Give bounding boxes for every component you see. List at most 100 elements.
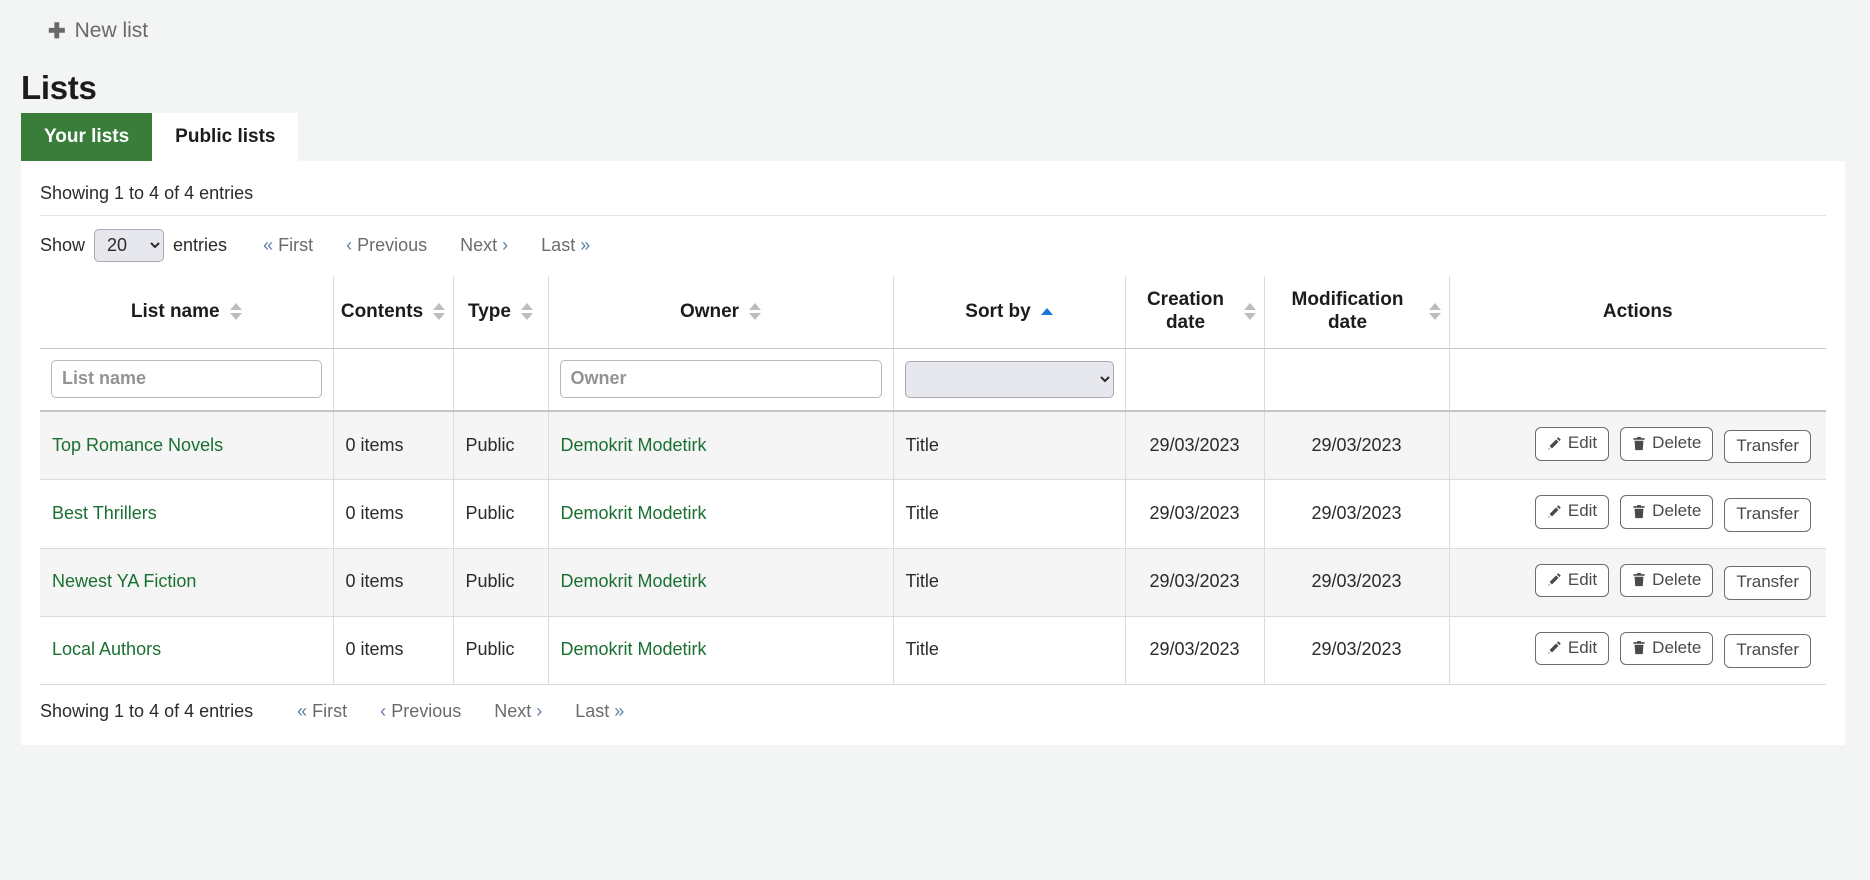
delete-button-label: Delete <box>1652 501 1701 521</box>
owner-filter-input[interactable] <box>560 360 882 398</box>
cell-owner: Demokrit Modetirk <box>548 480 893 548</box>
transfer-button[interactable]: Transfer <box>1724 634 1811 667</box>
delete-button[interactable]: Delete <box>1620 495 1713 528</box>
pager-last-bottom[interactable]: Last » <box>575 701 624 722</box>
cell-type: Public <box>453 616 548 684</box>
tab-your-lists[interactable]: Your lists <box>21 113 152 161</box>
transfer-button-label: Transfer <box>1736 504 1799 524</box>
transfer-button[interactable]: Transfer <box>1724 498 1811 531</box>
list-name-filter-input[interactable] <box>51 360 322 398</box>
tab-bar: Your lists Public lists <box>0 114 1870 161</box>
cell-modification-date: 29/03/2023 <box>1264 548 1449 616</box>
sort-icon <box>1244 303 1256 320</box>
delete-button-label: Delete <box>1652 570 1701 590</box>
owner-link[interactable]: Demokrit Modetirk <box>561 435 707 455</box>
chevron-right-icon: › <box>502 235 508 255</box>
transfer-button[interactable]: Transfer <box>1724 430 1811 463</box>
cell-actions: Edit Delete Transfer <box>1449 480 1826 548</box>
table-row: Best Thrillers 0 items Public Demokrit M… <box>40 480 1826 548</box>
pager-previous-bottom[interactable]: ‹ Previous <box>380 701 461 722</box>
edit-button-label: Edit <box>1568 570 1597 590</box>
table-filter-body <box>40 349 1826 412</box>
top-pagination-bar: Show 20 entries « First ‹ Previous Next … <box>40 216 1826 276</box>
double-chevron-right-icon: » <box>580 235 590 255</box>
lists-table: List name Contents Type <box>40 276 1826 685</box>
cell-creation-date: 29/03/2023 <box>1125 411 1264 480</box>
list-name-link[interactable]: Best Thrillers <box>52 503 157 523</box>
col-header-sort-by[interactable]: Sort by <box>893 276 1125 349</box>
new-list-label: New list <box>75 19 149 43</box>
lists-panel: Showing 1 to 4 of 4 entries Show 20 entr… <box>21 161 1845 745</box>
list-name-link[interactable]: Top Romance Novels <box>52 435 223 455</box>
table-row: Local Authors 0 items Public Demokrit Mo… <box>40 616 1826 684</box>
pager-last-label: Last <box>541 235 575 255</box>
col-header-creation-date-label: Creation date <box>1134 288 1238 334</box>
page-length-select[interactable]: 20 <box>94 229 164 262</box>
pager-next-bottom[interactable]: Next › <box>494 701 542 722</box>
delete-button[interactable]: Delete <box>1620 564 1713 597</box>
cell-owner: Demokrit Modetirk <box>548 616 893 684</box>
entries-label: entries <box>173 235 227 256</box>
sort-icon <box>433 303 445 320</box>
col-header-actions-label: Actions <box>1603 300 1673 323</box>
col-header-list-name[interactable]: List name <box>40 276 333 349</box>
transfer-button-label: Transfer <box>1736 572 1799 592</box>
delete-button[interactable]: Delete <box>1620 427 1713 460</box>
sort-ascending-icon <box>1041 308 1053 315</box>
cell-contents: 0 items <box>333 616 453 684</box>
col-header-type[interactable]: Type <box>453 276 548 349</box>
chevron-right-icon: › <box>536 701 542 721</box>
list-name-link[interactable]: Newest YA Fiction <box>52 571 196 591</box>
delete-button-label: Delete <box>1652 638 1701 658</box>
col-header-owner[interactable]: Owner <box>548 276 893 349</box>
delete-button-label: Delete <box>1652 433 1701 453</box>
pager-next-label: Next <box>460 235 497 255</box>
sort-by-filter-select[interactable] <box>905 361 1114 398</box>
transfer-button-label: Transfer <box>1736 640 1799 660</box>
edit-button[interactable]: Edit <box>1535 495 1609 528</box>
cell-sort-by: Title <box>893 616 1125 684</box>
cell-contents: 0 items <box>333 548 453 616</box>
edit-button[interactable]: Edit <box>1535 427 1609 460</box>
tab-public-lists[interactable]: Public lists <box>152 113 298 161</box>
edit-button-label: Edit <box>1568 638 1597 658</box>
cell-creation-date: 29/03/2023 <box>1125 616 1264 684</box>
list-name-link[interactable]: Local Authors <box>52 639 161 659</box>
sort-icon <box>749 303 761 320</box>
cell-creation-date: 29/03/2023 <box>1125 548 1264 616</box>
new-list-button[interactable]: ✚ New list <box>48 19 148 43</box>
page-title: Lists <box>0 62 1870 114</box>
filter-cell-sort-by <box>893 349 1125 412</box>
col-header-sort-by-label: Sort by <box>965 300 1030 323</box>
tab-your-lists-label: Your lists <box>44 126 129 147</box>
cell-list-name: Top Romance Novels <box>40 411 333 480</box>
owner-link[interactable]: Demokrit Modetirk <box>561 571 707 591</box>
col-header-list-name-label: List name <box>131 300 220 323</box>
pager-next-label: Next <box>494 701 531 721</box>
pager-last-top[interactable]: Last » <box>541 235 590 256</box>
edit-button[interactable]: Edit <box>1535 564 1609 597</box>
col-header-actions: Actions <box>1449 276 1826 349</box>
pencil-icon <box>1547 572 1562 587</box>
pager-next-top[interactable]: Next › <box>460 235 508 256</box>
delete-button[interactable]: Delete <box>1620 632 1713 665</box>
owner-link[interactable]: Demokrit Modetirk <box>561 503 707 523</box>
double-chevron-right-icon: » <box>614 701 624 721</box>
pencil-icon <box>1547 436 1562 451</box>
pager-previous-top[interactable]: ‹ Previous <box>346 235 427 256</box>
col-header-modification-date[interactable]: Modification date <box>1264 276 1449 349</box>
pencil-icon <box>1547 504 1562 519</box>
col-header-creation-date[interactable]: Creation date <box>1125 276 1264 349</box>
filter-cell-actions <box>1449 349 1826 412</box>
cell-actions: Edit Delete Transfer <box>1449 411 1826 480</box>
col-header-contents[interactable]: Contents <box>333 276 453 349</box>
owner-link[interactable]: Demokrit Modetirk <box>561 639 707 659</box>
pager-first-top[interactable]: « First <box>263 235 313 256</box>
pager-previous-label: Previous <box>357 235 427 255</box>
sort-icon <box>1429 303 1441 320</box>
edit-button[interactable]: Edit <box>1535 632 1609 665</box>
filter-cell-contents <box>333 349 453 412</box>
tab-public-lists-label: Public lists <box>175 126 275 147</box>
transfer-button[interactable]: Transfer <box>1724 566 1811 599</box>
pager-first-bottom[interactable]: « First <box>297 701 347 722</box>
